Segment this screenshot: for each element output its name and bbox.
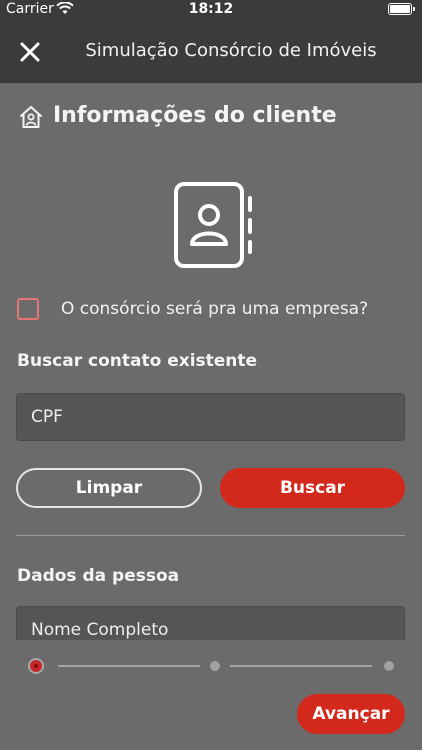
close-button[interactable] bbox=[16, 38, 44, 66]
page-title: Simulação Consórcio de Imóveis bbox=[85, 40, 377, 61]
house-person-icon bbox=[20, 106, 42, 128]
clock: 18:12 bbox=[188, 1, 234, 17]
next-button[interactable]: Avançar bbox=[297, 694, 405, 734]
step-connector bbox=[58, 665, 200, 667]
clear-button[interactable]: Limpar bbox=[16, 468, 202, 508]
step-1-indicator bbox=[28, 658, 44, 674]
step-2-indicator bbox=[210, 661, 220, 671]
address-book-icon bbox=[174, 182, 252, 268]
battery-icon bbox=[388, 3, 415, 15]
divider bbox=[16, 535, 405, 536]
progress-stepper bbox=[28, 656, 398, 676]
step-connector bbox=[230, 665, 372, 667]
status-bar: Carrier 18:12 bbox=[0, 0, 422, 20]
section-title: Informações do cliente bbox=[53, 103, 337, 128]
company-checkbox[interactable] bbox=[17, 298, 39, 320]
nav-bar: Simulação Consórcio de Imóveis bbox=[0, 20, 422, 83]
step-3-indicator bbox=[384, 661, 394, 671]
search-button[interactable]: Buscar bbox=[220, 468, 405, 508]
close-icon bbox=[20, 42, 40, 62]
person-data-heading: Dados da pessoa bbox=[17, 566, 180, 586]
company-checkbox-row[interactable]: O consórcio será pra uma empresa? bbox=[17, 298, 407, 324]
company-checkbox-label: O consórcio será pra uma empresa? bbox=[61, 299, 369, 319]
cpf-input[interactable]: CPF bbox=[16, 393, 405, 441]
search-contact-heading: Buscar contato existente bbox=[17, 351, 258, 371]
